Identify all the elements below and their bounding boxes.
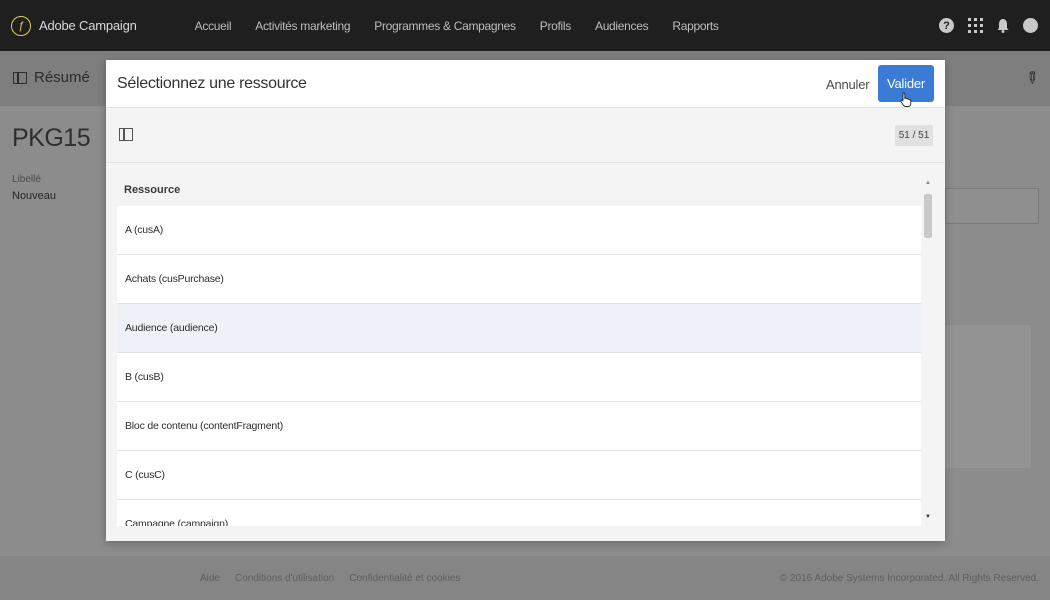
footer-link-privacy[interactable]: Confidentialité et cookies — [349, 573, 460, 584]
scroll-down-arrow-icon[interactable]: ▼ — [925, 514, 931, 520]
column-header-resource[interactable]: Ressource — [117, 174, 921, 206]
list-item[interactable]: Campagne (campaign) — [117, 500, 921, 526]
adobe-campaign-logo-icon: ƒ — [11, 15, 31, 36]
app-logo[interactable]: ƒ Adobe Campaign — [11, 15, 137, 36]
apps-grid-icon[interactable] — [968, 18, 983, 33]
help-icon[interactable]: ? — [939, 18, 954, 33]
dialog-title: Sélectionnez une ressource — [117, 75, 307, 92]
result-count-badge: 51 / 51 — [895, 125, 933, 146]
app-name: Adobe Campaign — [39, 18, 137, 33]
background-input-field — [945, 188, 1039, 224]
resource-list: Ressource A (cusA) Achats (cusPurchase) … — [117, 174, 921, 526]
dialog-toolbar: 51 / 51 — [106, 109, 945, 163]
list-item[interactable]: Bloc de contenu (contentFragment) — [117, 402, 921, 451]
background-panel — [945, 325, 1031, 468]
label-field-value: Nouveau — [12, 190, 57, 202]
nav-item-home[interactable]: Accueil — [195, 19, 232, 33]
nav-item-programs-campaigns[interactable]: Programmes & Campagnes — [374, 19, 516, 33]
footer: Aide Conditions d'utilisation Confidenti… — [0, 556, 1050, 600]
cancel-button[interactable]: Annuler — [826, 77, 870, 92]
page-title: PKG15 — [12, 124, 91, 152]
nav-item-profiles[interactable]: Profils — [540, 19, 572, 33]
list-item[interactable]: A (cusA) — [117, 206, 921, 255]
dialog-header: Sélectionnez une ressource Annuler Valid… — [106, 60, 945, 108]
footer-links: Aide Conditions d'utilisation Confidenti… — [200, 573, 475, 584]
bell-icon[interactable] — [997, 18, 1009, 33]
avatar[interactable] — [1023, 18, 1038, 33]
top-navigation-bar: ƒ Adobe Campaign Accueil Activités marke… — [0, 0, 1050, 51]
nav-item-audiences[interactable]: Audiences — [595, 19, 649, 33]
list-item[interactable]: C (cusC) — [117, 451, 921, 500]
list-item[interactable]: B (cusB) — [117, 353, 921, 402]
select-resource-dialog: Sélectionnez une ressource Annuler Valid… — [106, 60, 945, 541]
toggle-panel-icon[interactable] — [119, 128, 133, 141]
label-field-label: Libellé — [12, 174, 41, 185]
nav-item-reports[interactable]: Rapports — [672, 19, 719, 33]
top-icons: ? — [925, 0, 1038, 51]
main-nav: Accueil Activités marketing Programmes &… — [195, 19, 743, 33]
hand-pointer-icon — [900, 92, 912, 107]
nav-item-marketing-activities[interactable]: Activités marketing — [255, 19, 350, 33]
list-scrollbar[interactable]: ▲ ▼ — [922, 178, 934, 526]
summary-panel-icon — [13, 71, 27, 84]
list-item[interactable]: Achats (cusPurchase) — [117, 255, 921, 304]
scroll-up-arrow-icon[interactable]: ▲ — [925, 180, 931, 186]
scroll-thumb[interactable] — [924, 194, 932, 238]
list-item-selected[interactable]: Audience (audience) — [117, 304, 921, 353]
summary-label: Résumé — [34, 69, 90, 86]
summary-tab[interactable]: Résumé — [13, 69, 90, 86]
footer-link-help[interactable]: Aide — [200, 573, 220, 584]
copyright: © 2016 Adobe Systems Incorporated. All R… — [779, 572, 1039, 584]
footer-link-terms[interactable]: Conditions d'utilisation — [235, 573, 334, 584]
